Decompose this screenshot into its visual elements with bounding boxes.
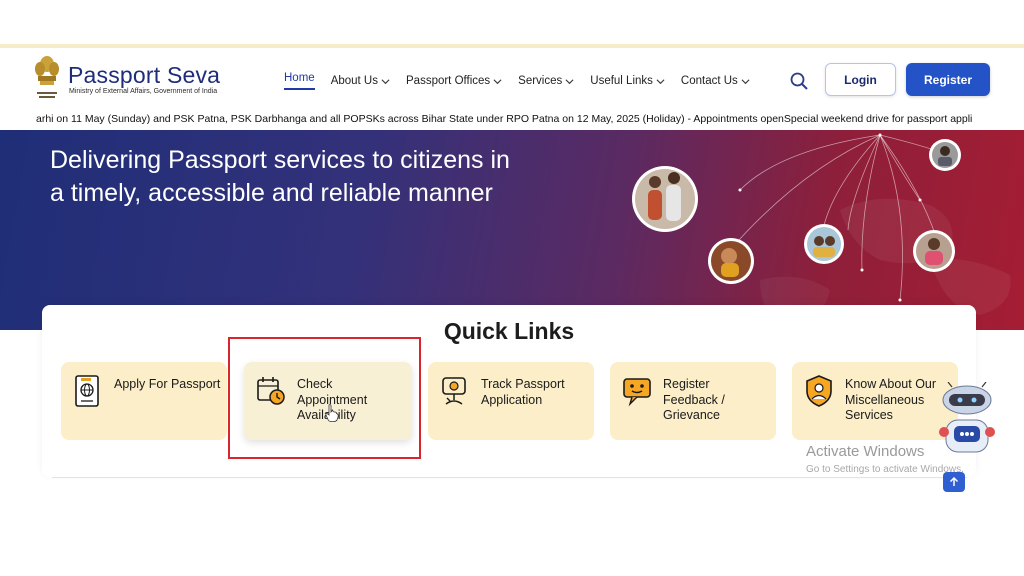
track-icon bbox=[442, 377, 466, 405]
login-button[interactable]: Login bbox=[825, 63, 896, 96]
nav-useful-links-label: Useful Links bbox=[590, 75, 653, 87]
nav-services[interactable]: Services bbox=[518, 72, 574, 90]
hero-banner: Delivering Passport services to citizens… bbox=[0, 130, 1024, 330]
quick-link-label: Know About Our Miscellaneous Services bbox=[845, 377, 937, 422]
passport-seva-page: Passport Seva Ministry of External Affai… bbox=[0, 0, 1024, 576]
chevron-down-icon bbox=[493, 78, 502, 84]
highlight-annotation-box bbox=[228, 337, 421, 459]
arrow-up-icon bbox=[949, 477, 959, 486]
brand-title[interactable]: Passport Seva bbox=[68, 62, 220, 89]
quick-link-label: Track Passport Application bbox=[481, 377, 565, 407]
quick-links-title: Quick Links bbox=[443, 318, 575, 344]
nav-contact-us-label: Contact Us bbox=[680, 75, 738, 87]
nav-useful-links[interactable]: Useful Links bbox=[590, 72, 665, 90]
scroll-to-top-button[interactable] bbox=[943, 472, 965, 492]
quick-link-label: Register Feedback / Grievance bbox=[663, 377, 725, 422]
brand-subtitle: Ministry of External Affairs, Government… bbox=[69, 88, 218, 95]
nav-passport-offices-label: Passport Offices bbox=[406, 75, 491, 87]
chevron-down-icon bbox=[381, 78, 390, 84]
network-people-illustration bbox=[632, 133, 1011, 325]
main-nav: Home About Us Passport Offices Services … bbox=[284, 72, 766, 90]
quick-link-register-feedback[interactable]: Register Feedback / Grievance bbox=[610, 362, 776, 440]
nav-home-label: Home bbox=[284, 72, 315, 84]
register-button[interactable]: Register bbox=[906, 63, 990, 96]
nav-home[interactable]: Home bbox=[284, 72, 315, 90]
activate-windows-title: Activate Windows bbox=[806, 443, 925, 460]
nav-about-us[interactable]: About Us bbox=[331, 72, 390, 90]
passport-icon bbox=[75, 375, 99, 407]
nav-about-us-label: About Us bbox=[330, 75, 378, 87]
shield-services-icon bbox=[806, 375, 832, 407]
activate-windows-subtitle: Go to Settings to activate Windows. bbox=[806, 464, 964, 475]
nav-passport-offices[interactable]: Passport Offices bbox=[406, 72, 502, 90]
quick-link-label: Apply For Passport bbox=[114, 377, 221, 391]
quick-link-misc-services[interactable]: Know About Our Miscellaneous Services bbox=[792, 362, 958, 440]
section-divider bbox=[52, 477, 967, 478]
hand-cursor-icon bbox=[325, 404, 339, 422]
hero-heading: Delivering Passport services to citizens… bbox=[50, 146, 510, 207]
chatbot-robot-icon[interactable] bbox=[938, 382, 996, 458]
ticker-text[interactable]: arhi on 11 May (Sunday) and PSK Patna, P… bbox=[36, 113, 972, 125]
search-icon[interactable] bbox=[789, 71, 809, 91]
chevron-down-icon bbox=[565, 78, 574, 84]
quick-link-apply-passport[interactable]: Apply For Passport bbox=[61, 362, 227, 440]
feedback-icon bbox=[623, 378, 651, 407]
site-header: Passport Seva Ministry of External Affai… bbox=[0, 48, 1024, 110]
chevron-down-icon bbox=[656, 78, 665, 84]
nav-contact-us[interactable]: Contact Us bbox=[681, 72, 750, 90]
nav-services-label: Services bbox=[518, 75, 563, 87]
quick-link-track-passport[interactable]: Track Passport Application bbox=[428, 362, 594, 440]
news-ticker: arhi on 11 May (Sunday) and PSK Patna, P… bbox=[0, 110, 1024, 130]
chevron-down-icon bbox=[741, 78, 750, 84]
emblem-icon[interactable] bbox=[30, 54, 64, 104]
